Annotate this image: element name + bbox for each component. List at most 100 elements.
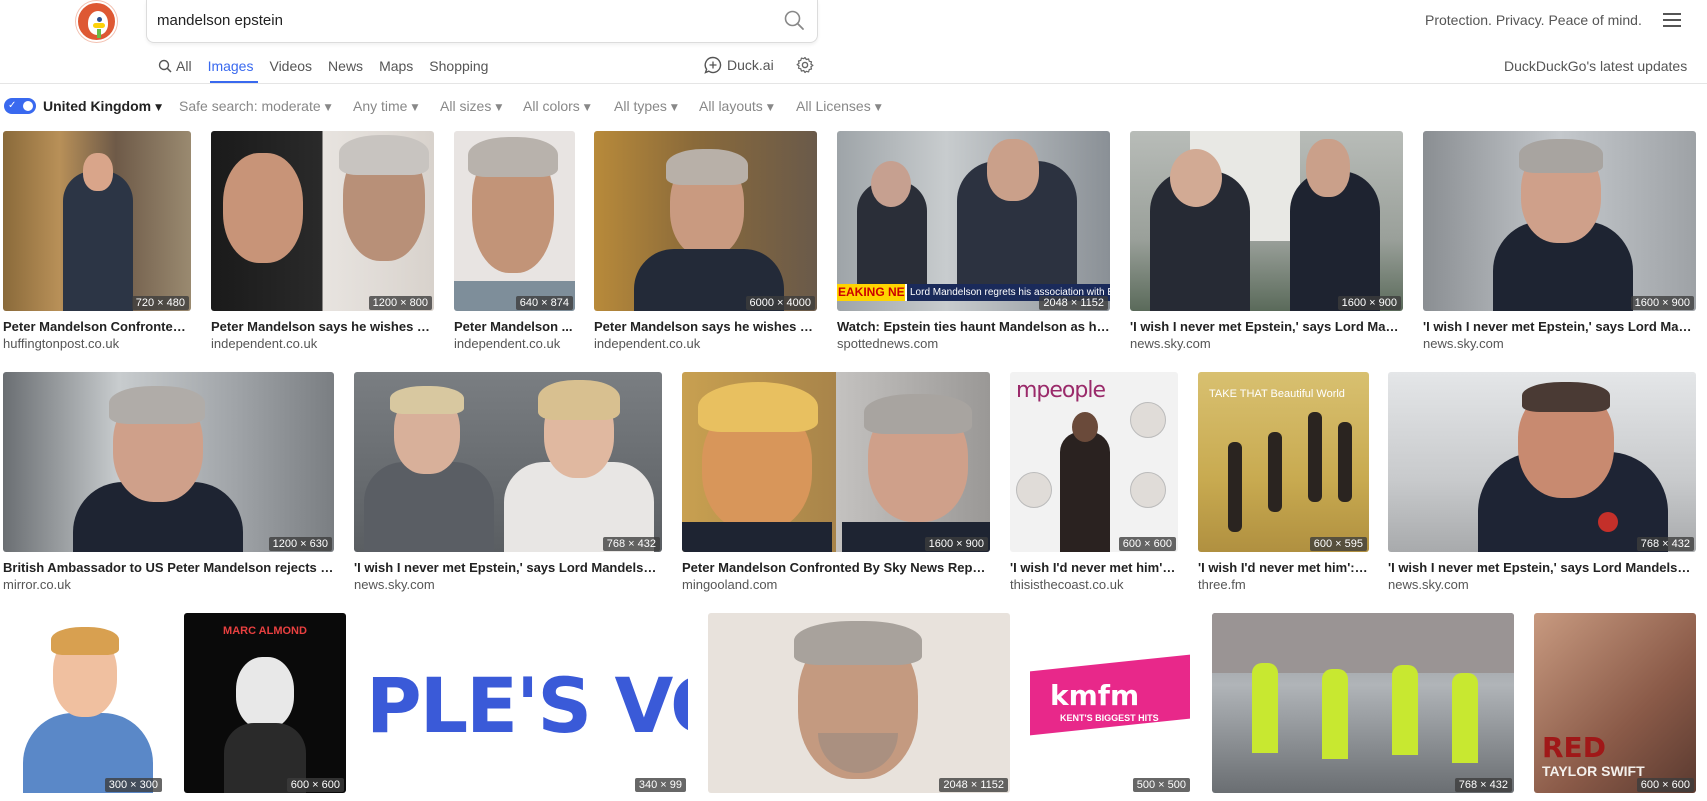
layout-dropdown[interactable]: All layouts ▼ xyxy=(699,98,774,114)
result-title[interactable]: 'I wish I'd never met him': ... xyxy=(1198,560,1369,575)
result-thumbnail[interactable]: kmfm KENT'S BIGGEST HITS 500 × 500 xyxy=(1030,613,1192,793)
duck-ai-button[interactable]: Duck.ai xyxy=(704,56,774,74)
result-source[interactable]: thisisthecoast.co.uk xyxy=(1010,577,1123,592)
search-bar[interactable] xyxy=(146,0,818,43)
latest-updates-link[interactable]: DuckDuckGo's latest updates xyxy=(1504,58,1687,74)
image-dimensions: 720 × 480 xyxy=(131,296,189,310)
image-dimensions: 2048 × 1152 xyxy=(939,778,1008,792)
tab-videos[interactable]: Videos xyxy=(269,56,312,76)
result-thumbnail[interactable]: 1600 × 900 xyxy=(1423,131,1696,311)
tab-label: Maps xyxy=(379,58,414,74)
result-source[interactable]: huffingtonpost.co.uk xyxy=(3,336,119,351)
result-thumbnail[interactable]: 768 × 432 xyxy=(1212,613,1514,793)
result-source[interactable]: independent.co.uk xyxy=(594,336,700,351)
type-dropdown[interactable]: All types ▼ xyxy=(614,98,678,114)
gear-icon[interactable] xyxy=(796,56,814,74)
result-thumbnail[interactable]: RED TAYLOR SWIFT 600 × 600 xyxy=(1534,613,1696,793)
tab-all[interactable]: All xyxy=(158,56,192,76)
image-dimensions: 600 × 600 xyxy=(1118,537,1176,551)
license-label: All Licenses xyxy=(796,98,871,114)
chevron-down-icon: ▼ xyxy=(583,103,591,113)
result-title[interactable]: Watch: Epstein ties haunt Mandelson as h… xyxy=(837,319,1110,334)
image-dimensions: 300 × 300 xyxy=(104,778,162,792)
result-title[interactable]: 'I wish I never met Epstein,' says Lord … xyxy=(354,560,662,575)
size-dropdown[interactable]: All sizes ▼ xyxy=(440,98,502,114)
search-icon[interactable] xyxy=(783,9,805,31)
region-toggle[interactable]: ✓ xyxy=(4,98,36,114)
type-label: All types xyxy=(614,98,667,114)
result-thumbnail[interactable]: 1600 × 900 xyxy=(1130,131,1403,311)
result-thumbnail[interactable]: 6000 × 4000 xyxy=(594,131,817,311)
result-title[interactable]: Peter Mandelson Confronted ... xyxy=(3,319,191,334)
result-thumbnail[interactable]: PLE'S VOI 340 × 99 xyxy=(366,613,688,793)
breaking-news-banner: EAKING NEWS xyxy=(837,284,905,301)
chevron-down-icon: ▼ xyxy=(411,103,419,113)
tab-maps[interactable]: Maps xyxy=(379,56,413,76)
result-title[interactable]: Peter Mandelson Confronted By Sky News R… xyxy=(682,560,990,575)
image-dimensions: 600 × 595 xyxy=(1309,537,1367,551)
search-icon xyxy=(158,59,172,73)
region-dropdown[interactable]: United Kingdom ▼ xyxy=(43,98,162,114)
album-artist: TAYLOR SWIFT xyxy=(1542,763,1645,779)
chevron-down-icon: ▼ xyxy=(874,103,882,113)
banner-text: PLE'S VOI xyxy=(366,661,688,750)
image-dimensions: 768 × 432 xyxy=(602,537,660,551)
result-thumbnail[interactable]: MARC ALMOND 600 × 600 xyxy=(184,613,346,793)
result-title[interactable]: 'I wish I never met Epstein,' says Lord … xyxy=(1423,319,1696,334)
hamburger-menu-icon[interactable] xyxy=(1663,13,1681,29)
tab-shopping[interactable]: Shopping xyxy=(429,56,488,76)
result-thumbnail[interactable]: 1600 × 900 xyxy=(682,372,990,552)
image-dimensions: 500 × 500 xyxy=(1132,778,1190,792)
result-thumbnail[interactable]: TAKE THAT Beautiful World 600 × 595 xyxy=(1198,372,1369,552)
result-title[interactable]: 'I wish I never met Epstein,' says Lord … xyxy=(1130,319,1403,334)
image-dimensions: 340 × 99 xyxy=(634,778,686,792)
result-source[interactable]: independent.co.uk xyxy=(211,336,317,351)
result-title[interactable]: 'I wish I never met Epstein,' says Lord … xyxy=(1388,560,1696,575)
image-dimensions: 1600 × 900 xyxy=(1337,296,1401,310)
duckduckgo-logo[interactable] xyxy=(76,1,117,42)
station-logo-text: kmfm xyxy=(1050,679,1140,712)
safe-search-label: Safe search: moderate xyxy=(179,98,321,114)
image-dimensions: 6000 × 4000 xyxy=(745,296,815,310)
image-filters-bar: ✓ United Kingdom ▼ Safe search: moderate ▼… xyxy=(0,96,1707,116)
result-source[interactable]: news.sky.com xyxy=(1388,577,1469,592)
result-thumbnail[interactable]: 720 × 480 xyxy=(3,131,191,311)
result-source[interactable]: mirror.co.uk xyxy=(3,577,71,592)
result-source[interactable]: news.sky.com xyxy=(354,577,435,592)
result-thumbnail[interactable]: 1200 × 630 xyxy=(3,372,334,552)
safe-search-dropdown[interactable]: Safe search: moderate ▼ xyxy=(179,98,332,114)
image-dimensions: 768 × 432 xyxy=(1454,778,1512,792)
result-source[interactable]: three.fm xyxy=(1198,577,1246,592)
time-dropdown[interactable]: Any time ▼ xyxy=(353,98,418,114)
result-source[interactable]: mingooland.com xyxy=(682,577,777,592)
result-thumbnail[interactable]: 1200 × 800 xyxy=(211,131,434,311)
station-slogan: KENT'S BIGGEST HITS xyxy=(1060,713,1159,723)
result-source[interactable]: news.sky.com xyxy=(1423,336,1504,351)
search-input[interactable] xyxy=(157,8,757,32)
result-title[interactable]: British Ambassador to US Peter Mandelson… xyxy=(3,560,334,575)
image-dimensions: 600 × 600 xyxy=(286,778,344,792)
result-title[interactable]: Peter Mandelson ... xyxy=(454,319,575,334)
chevron-down-icon: ▼ xyxy=(670,103,678,113)
result-title[interactable]: Peter Mandelson says he wishes he... xyxy=(594,319,817,334)
result-thumbnail[interactable]: EAKING NEWS Lord Mandelson regrets his a… xyxy=(837,131,1110,311)
tab-images[interactable]: Images xyxy=(208,56,254,76)
result-source[interactable]: news.sky.com xyxy=(1130,336,1211,351)
result-source[interactable]: spottednews.com xyxy=(837,336,938,351)
image-dimensions: 1600 × 900 xyxy=(1630,296,1694,310)
result-title[interactable]: 'I wish I'd never met him': ... xyxy=(1010,560,1178,575)
tab-news[interactable]: News xyxy=(328,56,363,76)
result-thumbnail[interactable]: 2048 × 1152 xyxy=(708,613,1010,793)
result-thumbnail[interactable]: 640 × 874 xyxy=(454,131,575,311)
result-source[interactable]: independent.co.uk xyxy=(454,336,560,351)
privacy-tagline[interactable]: Protection. Privacy. Peace of mind. xyxy=(1425,12,1642,28)
result-thumbnail[interactable]: mpeople 600 × 600 xyxy=(1010,372,1178,552)
size-label: All sizes xyxy=(440,98,492,114)
result-thumbnail[interactable]: 300 × 300 xyxy=(3,613,164,793)
result-title[interactable]: Peter Mandelson says he wishes he... xyxy=(211,319,434,334)
license-dropdown[interactable]: All Licenses ▼ xyxy=(796,98,882,114)
result-thumbnail[interactable]: 768 × 432 xyxy=(354,372,662,552)
color-dropdown[interactable]: All colors ▼ xyxy=(523,98,591,114)
result-thumbnail[interactable]: 768 × 432 xyxy=(1388,372,1696,552)
tab-label: News xyxy=(328,58,364,74)
